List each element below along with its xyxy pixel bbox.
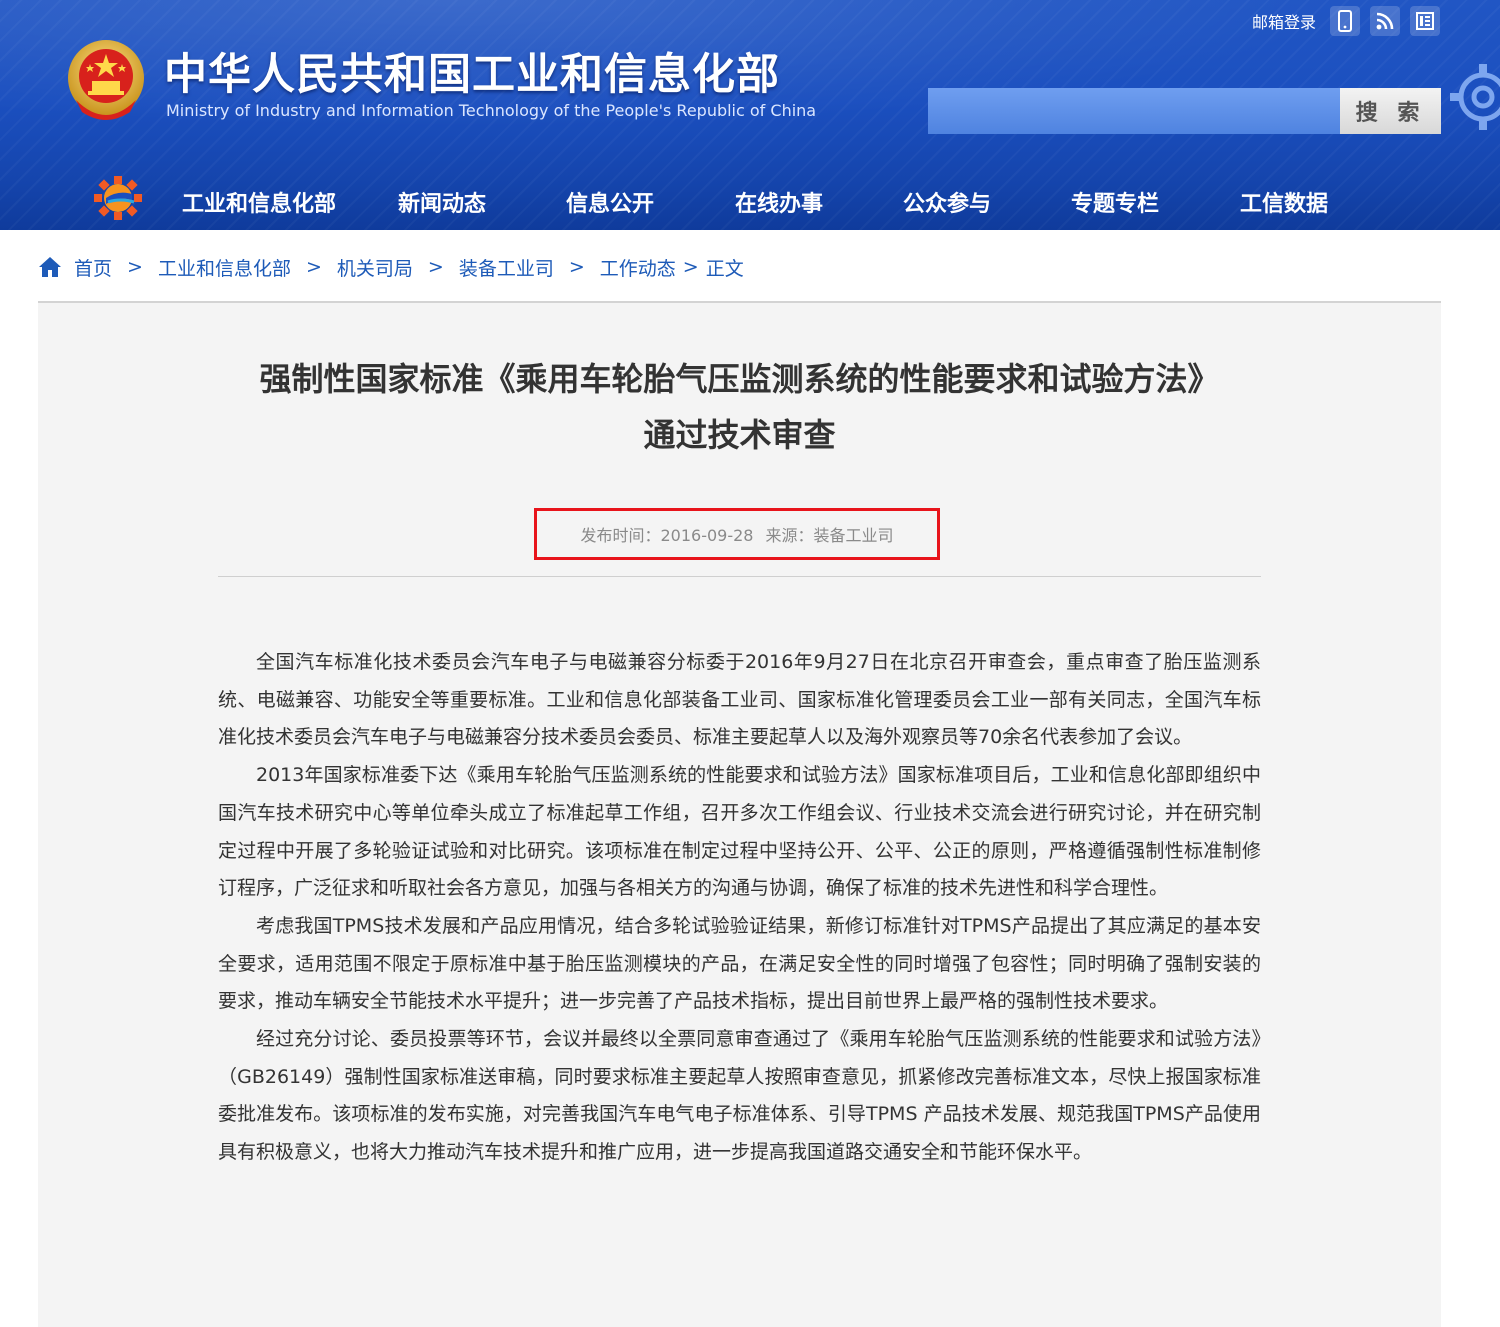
home-icon[interactable]	[38, 256, 62, 278]
nav-item-miit[interactable]: 工业和信息化部	[182, 186, 336, 218]
article-container: 强制性国家标准《乘用车轮胎气压监测系统的性能要求和试验方法》 通过技术审查 发布…	[38, 301, 1441, 1327]
breadcrumb-separator: >	[127, 256, 143, 278]
miit-logo-icon	[94, 176, 142, 220]
breadcrumb-home[interactable]: 首页	[74, 254, 112, 281]
weibo-icon[interactable]	[1410, 6, 1440, 36]
nav-item-public-participation[interactable]: 公众参与	[903, 186, 991, 218]
article-source: 来源：装备工业司	[765, 526, 894, 545]
nav-item-data[interactable]: 工信数据	[1240, 186, 1328, 218]
breadcrumb-separator: >	[427, 256, 444, 278]
mobile-icon[interactable]	[1330, 6, 1360, 36]
top-links: 邮箱登录	[1252, 6, 1440, 36]
article-paragraph: 全国汽车标准化技术委员会汽车电子与电磁兼容分标委于2016年9月27日在北京召开…	[218, 651, 1261, 749]
breadcrumb-separator: >	[682, 256, 699, 278]
title-divider	[218, 576, 1261, 577]
rss-icon[interactable]	[1370, 6, 1400, 36]
breadcrumb-miit[interactable]: 工业和信息化部	[158, 254, 291, 281]
national-emblem-icon	[68, 40, 144, 120]
article-paragraph: 2013年国家标准委下达《乘用车轮胎气压监测系统的性能要求和试验方法》国家标准项…	[218, 764, 1261, 900]
search-input[interactable]	[928, 88, 1340, 134]
article-paragraph: 经过充分讨论、委员投票等环节，会议并最终以全票同意审查通过了《乘用车轮胎气压监测…	[218, 1028, 1261, 1164]
main-nav: 工业和信息化部 新闻动态 信息公开 在线办事 公众参与 专题专栏 工信数据	[0, 168, 1500, 230]
article-title: 强制性国家标准《乘用车轮胎气压监测系统的性能要求和试验方法》 通过技术审查	[38, 351, 1441, 463]
breadcrumb-equipment-dept[interactable]: 装备工业司	[459, 254, 554, 281]
site-header: 中华人民共和国工业和信息化部 Ministry of Industry and …	[0, 0, 1500, 230]
breadcrumb-separator: >	[568, 256, 585, 278]
nav-item-info-disclosure[interactable]: 信息公开	[566, 186, 654, 218]
article-title-line1: 强制性国家标准《乘用车轮胎气压监测系统的性能要求和试验方法》	[259, 360, 1220, 398]
breadcrumb-separator: >	[305, 256, 322, 278]
nav-item-special-topics[interactable]: 专题专栏	[1071, 186, 1159, 218]
site-title-english: Ministry of Industry and Information Tec…	[166, 101, 817, 120]
publish-date: 发布时间：2016-09-28	[580, 526, 754, 545]
article-meta: 发布时间：2016-09-28 来源：装备工业司	[534, 508, 940, 560]
mail-login-link[interactable]: 邮箱登录	[1252, 9, 1316, 33]
article-title-line2: 通过技术审查	[643, 416, 836, 454]
search-button[interactable]: 搜 索	[1340, 88, 1441, 134]
nav-item-online-services[interactable]: 在线办事	[735, 186, 823, 218]
gear-icon	[1450, 64, 1500, 130]
nav-item-news[interactable]: 新闻动态	[398, 186, 486, 218]
breadcrumb-departments[interactable]: 机关司局	[337, 254, 413, 281]
site-title: 中华人民共和国工业和信息化部	[164, 50, 780, 100]
article-body: 全国汽车标准化技术委员会汽车电子与电磁兼容分标委于2016年9月27日在北京召开…	[218, 644, 1261, 1172]
breadcrumb-work-news[interactable]: 工作动态	[600, 254, 676, 281]
breadcrumb-current[interactable]: 正文	[706, 254, 744, 281]
breadcrumb: 首页 > 工业和信息化部 > 机关司局 > 装备工业司 > 工作动态 > 正文	[38, 252, 744, 282]
article-paragraph: 考虑我国TPMS技术发展和产品应用情况，结合多轮试验验证结果，新修订标准针对TP…	[218, 914, 1261, 1013]
